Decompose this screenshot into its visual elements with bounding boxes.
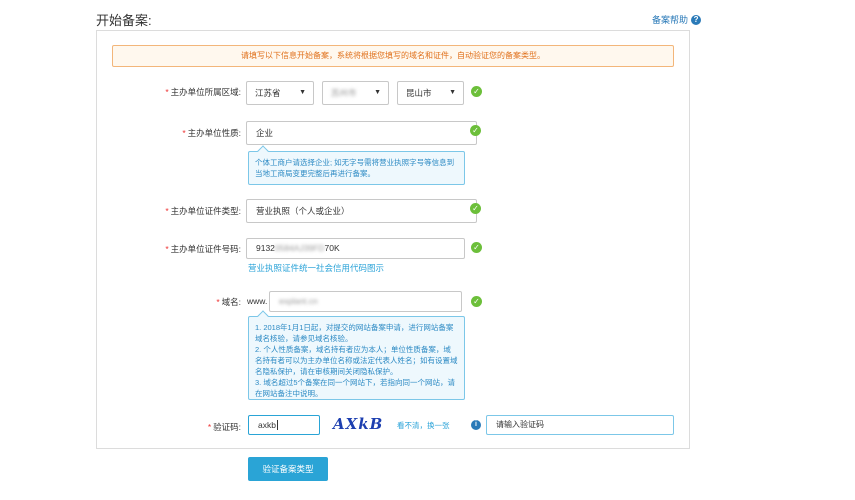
domain-tip-line: 1. 2018年1月1日起，对提交的网站备案申请，进行网站备案域名核验，请参见域… bbox=[255, 323, 454, 343]
cert-type-value: 营业执照（个人或企业） bbox=[256, 206, 350, 216]
domain-tip: 1. 2018年1月1日起，对提交的网站备案申请，进行网站备案域名核验，请参见域… bbox=[248, 310, 465, 400]
city-select[interactable]: 苏州市 ▼ bbox=[322, 81, 389, 105]
org-nature-tip: 个体工商户请选择企业; 如无字号需将营业执照字号等信息到当地工商局变更完整后再进… bbox=[248, 145, 465, 185]
org-nature-check-icon: ✓ bbox=[470, 125, 481, 136]
chevron-down-icon: ▼ bbox=[449, 89, 456, 96]
domain-tip-line: 3. 域名超过5个备案在同一个网站下，若指向同一个网站，请在网站备注中说明。 bbox=[255, 378, 456, 398]
domain-input[interactable]: explant.cn bbox=[269, 291, 462, 312]
notice-banner: 请填写以下信息开始备案，系统将根据您填写的域名和证件，自动验证您的备案类型。 bbox=[112, 45, 674, 67]
captcha-refresh-link[interactable]: 看不清，换一张 bbox=[397, 420, 450, 431]
tip-arrow bbox=[257, 310, 269, 322]
submit-button[interactable]: 验证备案类型 bbox=[248, 457, 328, 481]
captcha-image[interactable]: AXkB bbox=[333, 415, 383, 433]
district-value: 昆山市 bbox=[406, 88, 432, 98]
domain-value: explant.cn bbox=[279, 296, 318, 306]
region-check-icon: ✓ bbox=[471, 86, 482, 97]
captcha-input[interactable]: axkb bbox=[248, 415, 320, 435]
captcha-input-value: axkb bbox=[258, 420, 276, 430]
cert-number-hidden: 0584AJ39FD bbox=[274, 243, 325, 253]
required-star: * bbox=[165, 244, 169, 254]
org-nature-tip-text: 个体工商户请选择企业; 如无字号需将营业执照字号等信息到当地工商局变更完整后再进… bbox=[255, 158, 455, 178]
domain-label: * 域名: bbox=[216, 297, 241, 307]
captcha-hint-text: 请输入验证码 bbox=[496, 420, 544, 429]
cert-number-prefix: 9132 bbox=[256, 243, 275, 253]
org-nature-value: 企业 bbox=[256, 128, 274, 138]
city-value: 苏州市 bbox=[331, 88, 357, 98]
cert-type-select[interactable]: 营业执照（个人或企业） bbox=[246, 199, 477, 223]
org-nature-label: * 主办单位性质: bbox=[182, 128, 241, 138]
required-star: * bbox=[165, 87, 169, 97]
chevron-down-icon: ▼ bbox=[299, 89, 306, 96]
page-title: 开始备案: bbox=[96, 13, 152, 28]
cert-number-input[interactable]: 91320584AJ39FD70K bbox=[246, 238, 465, 259]
cert-number-label: * 主办单位证件号码: bbox=[165, 244, 241, 254]
district-select[interactable]: 昆山市 ▼ bbox=[397, 81, 464, 105]
cert-type-label: * 主办单位证件类型: bbox=[165, 206, 241, 216]
form-panel: 请填写以下信息开始备案，系统将根据您填写的域名和证件，自动验证您的备案类型。 *… bbox=[96, 30, 690, 449]
help-link[interactable]: 备案帮助 ? bbox=[652, 13, 702, 26]
region-label: * 主办单位所属区域: bbox=[165, 87, 241, 97]
captcha-hint-box: 请输入验证码 bbox=[486, 415, 674, 435]
domain-check-icon: ✓ bbox=[471, 296, 482, 307]
chevron-down-icon: ▼ bbox=[374, 89, 381, 96]
province-select[interactable]: 江苏省 ▼ bbox=[246, 81, 314, 105]
org-nature-select[interactable]: 企业 bbox=[246, 121, 477, 145]
province-value: 江苏省 bbox=[255, 88, 281, 98]
tip-arrow bbox=[257, 145, 269, 157]
cert-example-link[interactable]: 营业执照证件统一社会信用代码图示 bbox=[248, 262, 384, 274]
help-link-label[interactable]: 备案帮助 bbox=[652, 13, 688, 26]
text-cursor bbox=[276, 420, 278, 430]
domain-tip-line: 2. 个人性质备案，域名持有者应为本人；单位性质备案，域名持有者可以为主办单位名… bbox=[255, 345, 458, 376]
cert-number-suffix: 70K bbox=[324, 243, 340, 253]
cert-type-check-icon: ✓ bbox=[470, 203, 481, 214]
help-icon[interactable]: ? bbox=[691, 14, 702, 25]
captcha-label: * 验证码: bbox=[207, 422, 241, 432]
cert-number-check-icon: ✓ bbox=[471, 242, 482, 253]
required-star: * bbox=[165, 206, 169, 216]
required-star: * bbox=[216, 297, 220, 307]
info-icon: i bbox=[471, 420, 481, 430]
domain-prefix: www. bbox=[247, 296, 268, 306]
required-star: * bbox=[207, 422, 212, 432]
required-star: * bbox=[182, 128, 186, 138]
